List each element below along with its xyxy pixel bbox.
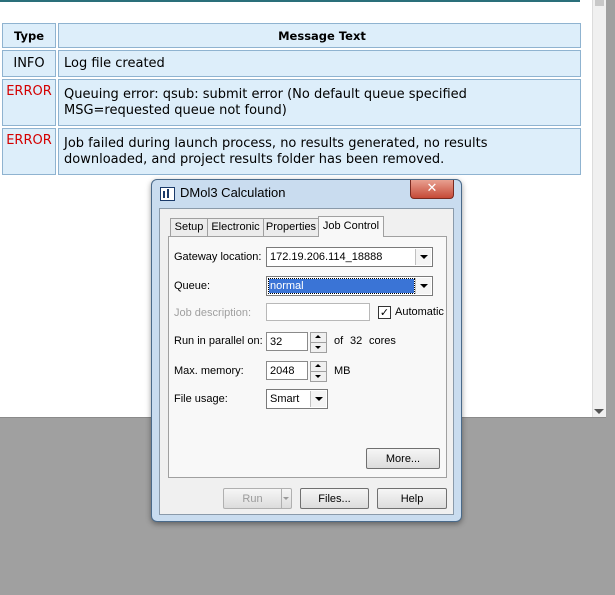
scrollbar-thumb[interactable] (595, 0, 604, 6)
queue-value: normal (268, 278, 415, 294)
row-message: Log file created (58, 50, 581, 77)
decrement-arrow-icon[interactable] (310, 371, 327, 382)
max-memory-stepper[interactable] (310, 361, 327, 382)
row-message: Job failed during launch process, no res… (58, 128, 581, 175)
close-button[interactable]: ✕ (410, 180, 454, 199)
panel-top-border (0, 0, 580, 2)
message-log-table: Type Message Text INFO Log file created … (0, 21, 583, 177)
table-header-row: Type Message Text (2, 23, 581, 48)
chevron-down-icon[interactable] (415, 249, 431, 265)
tab-job-control[interactable]: Job Control (318, 216, 384, 237)
tab-properties[interactable]: Properties (263, 218, 319, 236)
parallel-cores-stepper[interactable] (310, 332, 327, 353)
message-line: Queuing error: qsub: submit error (No de… (64, 86, 467, 102)
job-description-input[interactable] (266, 303, 370, 321)
queue-label: Queue: (174, 280, 211, 292)
chart-app-icon (160, 187, 175, 201)
run-dropdown-arrow-icon[interactable] (281, 489, 292, 508)
message-line: Job failed during launch process, no res… (64, 135, 488, 151)
tab-setup[interactable]: Setup (170, 218, 208, 236)
row-type-info: INFO (2, 50, 56, 77)
gateway-label: Gateway location: (174, 251, 262, 263)
parallel-label: Run in parallel on: (174, 335, 263, 347)
files-button[interactable]: Files... (300, 488, 369, 509)
row-message: Queuing error: qsub: submit error (No de… (58, 79, 581, 126)
row-type-error: ERROR (2, 128, 56, 175)
dialog-body: Setup Electronic Properties Job Control … (159, 208, 454, 515)
chevron-down-icon[interactable] (415, 278, 431, 294)
job-description-label: Job description: (174, 307, 252, 319)
max-memory-input[interactable]: 2048 (266, 361, 308, 380)
file-usage-label: File usage: (174, 393, 228, 405)
message-column-header[interactable]: Message Text (58, 23, 581, 48)
job-control-panel: Gateway location: 172.19.206.114_18888 Q… (168, 236, 447, 478)
memory-unit-label: MB (334, 365, 351, 377)
of-label: of (334, 335, 344, 347)
help-button[interactable]: Help (377, 488, 447, 509)
dmol3-calculation-dialog: DMol3 Calculation ✕ Setup Electronic Pro… (151, 179, 462, 522)
message-line: downloaded, and project results folder h… (64, 151, 445, 167)
run-button-label: Run (242, 493, 263, 505)
cores-label: cores (369, 335, 396, 347)
max-memory-label: Max. memory: (174, 365, 244, 377)
decrement-arrow-icon[interactable] (310, 342, 327, 353)
total-cores-value: 32 (350, 335, 363, 347)
more-button[interactable]: More... (366, 448, 440, 469)
table-row[interactable]: ERROR Queuing error: qsub: submit error … (2, 79, 581, 126)
type-column-header[interactable]: Type (2, 23, 56, 48)
scroll-down-arrow-icon[interactable] (594, 409, 604, 414)
automatic-label: Automatic (395, 306, 444, 318)
table-row[interactable]: INFO Log file created (2, 50, 581, 77)
tab-electronic[interactable]: Electronic (207, 218, 264, 236)
parallel-cores-input[interactable]: 32 (266, 332, 308, 351)
row-type-error: ERROR (2, 79, 56, 126)
chevron-down-icon[interactable] (310, 391, 326, 407)
gateway-value: 172.19.206.114_18888 (270, 251, 383, 263)
file-usage-select[interactable]: Smart (266, 389, 328, 409)
automatic-checkbox[interactable]: ✓ (378, 306, 391, 319)
dialog-title: DMol3 Calculation (180, 185, 286, 200)
file-usage-value: Smart (270, 393, 300, 405)
message-line: MSG=requested queue not found) (64, 102, 287, 118)
vertical-scrollbar[interactable] (592, 0, 606, 417)
table-row[interactable]: ERROR Job failed during launch process, … (2, 128, 581, 175)
run-button[interactable]: Run (223, 488, 292, 509)
queue-select[interactable]: normal (266, 276, 433, 296)
gateway-select[interactable]: 172.19.206.114_18888 (266, 247, 433, 267)
